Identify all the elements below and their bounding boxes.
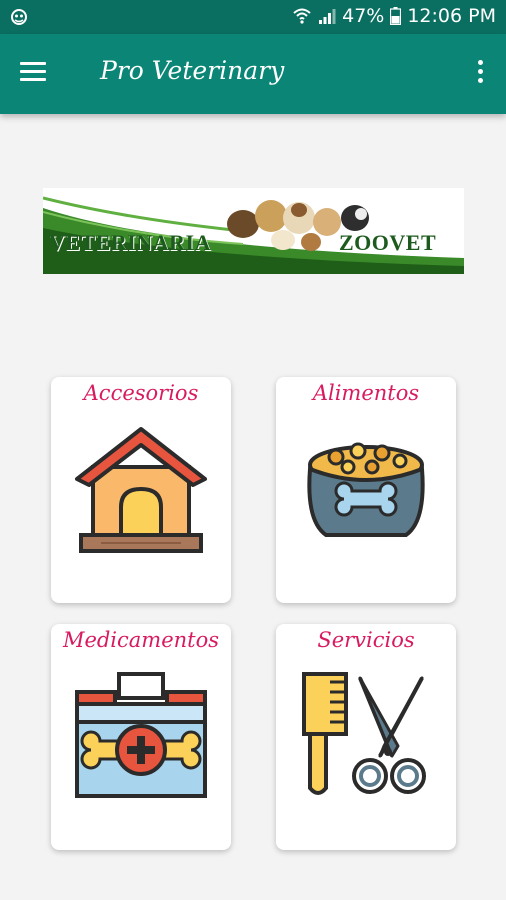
category-label: Medicamentos: [62, 628, 220, 652]
category-card-alimentos[interactable]: Alimentos: [276, 377, 456, 603]
banner-text-right: ZOOVET: [339, 230, 437, 255]
battery-icon: [390, 7, 402, 25]
pet-medicine-kit-icon: [75, 672, 207, 798]
wifi-icon: [292, 7, 312, 25]
hamburger-menu-icon[interactable]: [20, 62, 48, 86]
battery-percent: 47%: [342, 5, 385, 27]
notification-icon: [10, 8, 28, 30]
category-label: Servicios: [317, 628, 415, 652]
more-vert-icon[interactable]: [474, 60, 486, 90]
status-bar: 47% 12:06 PM: [0, 0, 506, 34]
signal-icon: [318, 7, 336, 25]
app-bar: Pro Veterinary: [0, 34, 506, 114]
status-time: 12:06 PM: [407, 5, 496, 27]
app-title: Pro Veterinary: [100, 56, 285, 85]
category-card-accesorios[interactable]: Accesorios: [51, 377, 231, 603]
dog-house-icon: [75, 427, 207, 553]
banner-text-left: VETERINARIA: [49, 230, 211, 255]
pet-food-bowl-icon: [307, 442, 425, 537]
category-label: Accesorios: [83, 381, 199, 405]
category-card-medicamentos[interactable]: Medicamentos: [51, 624, 231, 850]
grooming-comb-scissors-icon: [302, 672, 426, 795]
zoovet-banner: VETERINARIA ZOOVET: [43, 188, 464, 274]
category-card-servicios[interactable]: Servicios: [276, 624, 456, 850]
category-label: Alimentos: [312, 381, 420, 405]
